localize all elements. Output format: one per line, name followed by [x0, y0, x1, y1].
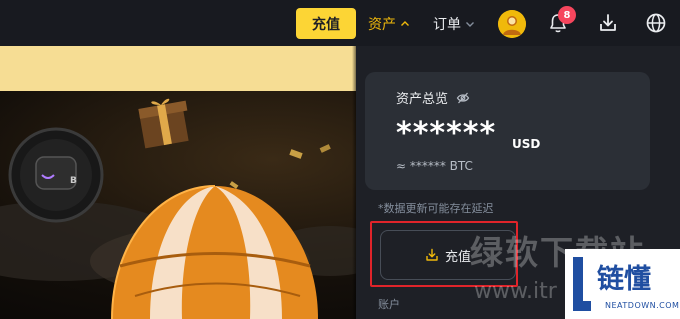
- asset-overview-label: 资产总览: [396, 92, 449, 107]
- deposit-button[interactable]: 充值: [296, 8, 356, 39]
- notification-count-badge: 8: [558, 6, 576, 24]
- logo-mark-icon: [573, 257, 591, 311]
- account-section-label: 账户: [378, 298, 400, 311]
- eye-hidden-icon[interactable]: [456, 91, 470, 105]
- chevron-down-icon: [466, 21, 474, 27]
- nav-orders-menu[interactable]: 订单: [433, 8, 475, 39]
- download-app-button[interactable]: [595, 10, 621, 36]
- nav-orders-label: 订单: [433, 16, 461, 33]
- chevron-up-icon: [401, 20, 409, 26]
- watermark-logo: 链懂 NEATDOWN.COM: [565, 249, 680, 319]
- watermark-url: www.itr: [474, 279, 557, 304]
- watermark-logo-text: 链懂: [597, 264, 651, 295]
- download-icon: [600, 14, 616, 31]
- nav-assets-label: 资产: [368, 16, 396, 33]
- asset-overview-title: 资产总览: [396, 88, 470, 107]
- nav-assets-menu[interactable]: 资产: [368, 8, 410, 39]
- btc-estimate: ≈ ****** BTC: [396, 159, 473, 173]
- data-delay-note: *数据更新可能存在延迟: [378, 202, 494, 215]
- language-button[interactable]: [643, 10, 669, 36]
- balance-currency: USD: [512, 137, 541, 151]
- user-avatar[interactable]: [498, 10, 526, 38]
- total-balance-value: ******: [396, 116, 497, 151]
- svg-text:B: B: [70, 176, 77, 186]
- deposit-button-label: 充值: [312, 16, 340, 33]
- top-nav-bar: 充值 资产 订单 8: [0, 0, 680, 46]
- user-avatar-icon: [498, 10, 526, 38]
- watermark-logo-subtext: NEATDOWN.COM: [605, 301, 680, 310]
- globe-icon: [646, 13, 666, 33]
